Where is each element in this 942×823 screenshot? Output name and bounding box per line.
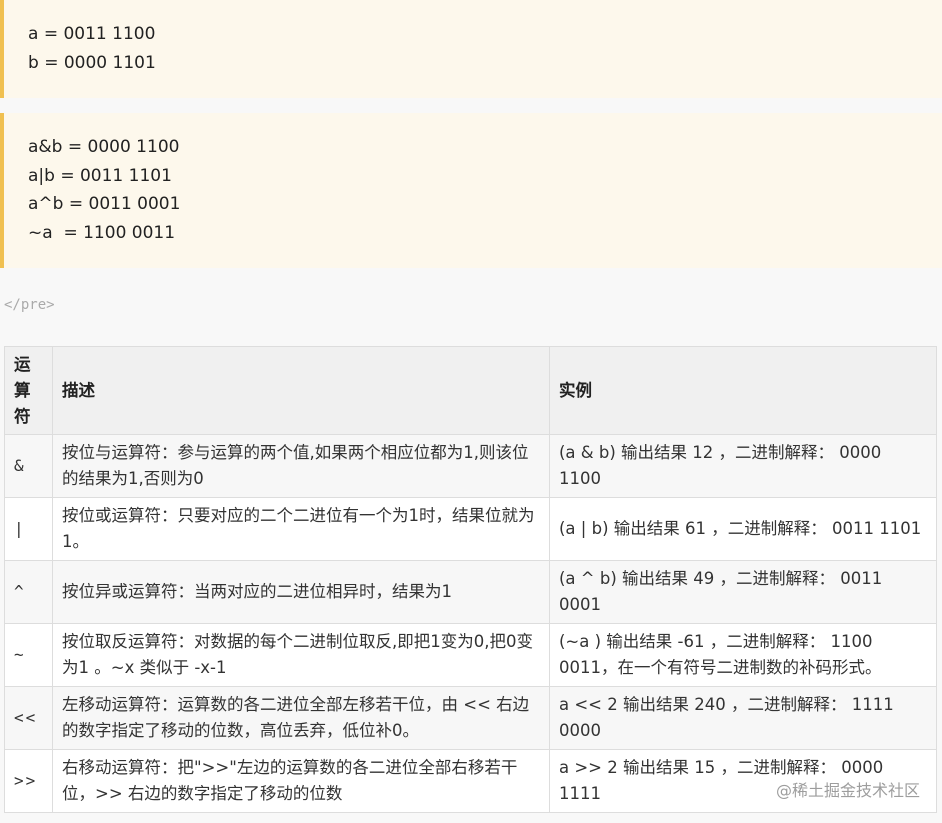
header-example: 实例	[549, 346, 937, 435]
operator-description: 右移动运算符：把">>"左边的运算数的各二进位全部右移若干位，>> 右边的数字指…	[52, 749, 550, 813]
table-row: & 按位与运算符：参与运算的两个值,如果两个相应位都为1,则该位的结果为1,否则…	[4, 434, 937, 498]
code-line: b = 0000 1101	[28, 52, 156, 73]
operator-description: 按位与运算符：参与运算的两个值,如果两个相应位都为1,则该位的结果为1,否则为0	[52, 434, 550, 498]
operator-description: 按位或运算符：只要对应的二个二进位有一个为1时，结果位就为1。	[52, 497, 550, 561]
operator-example: (~a ) 输出结果 -61 ，二进制解释： 1100 0011，在一个有符号二…	[549, 623, 937, 687]
header-symbol-text: 运算符	[14, 354, 31, 426]
pre-close-tag: </pre>	[4, 297, 55, 313]
operator-symbol: <<	[4, 686, 53, 750]
code-line: a^b = 0011 0001	[28, 194, 181, 214]
table-row: ~ 按位取反运算符：对数据的每个二进制位取反,即把1变为0,把0变为1 。~x …	[4, 623, 937, 687]
operator-description: 按位异或运算符：当两对应的二进位相异时，结果为1	[52, 560, 550, 624]
watermark: @稀土掘金技术社区	[775, 781, 920, 800]
code-line: a&b = 0000 1100	[28, 137, 180, 157]
code-line: a|b = 0011 1101	[28, 165, 172, 186]
table-row: << 左移动运算符：运算数的各二进位全部左移若干位，由 << 右边的数字指定了移…	[4, 686, 937, 750]
operator-description: 左移动运算符：运算数的各二进位全部左移若干位，由 << 右边的数字指定了移动的位…	[52, 686, 550, 750]
table-row: | 按位或运算符：只要对应的二个二进位有一个为1时，结果位就为1。 (a | b…	[4, 497, 937, 561]
operator-example: (a & b) 输出结果 12 ，二进制解释： 0000 1100	[549, 434, 937, 498]
header-symbol: 运算符	[4, 346, 53, 435]
operator-symbol: &	[4, 434, 53, 498]
header-description: 描述	[52, 346, 550, 435]
operator-symbol: >>	[4, 749, 53, 813]
operator-symbol: ~	[4, 623, 53, 687]
operator-description: 按位取反运算符：对数据的每个二进制位取反,即把1变为0,把0变为1 。~x 类似…	[52, 623, 550, 687]
table-header-row: 运算符 描述 实例	[4, 346, 937, 435]
table-row: ^ 按位异或运算符：当两对应的二进位相异时，结果为1 (a ^ b) 输出结果 …	[4, 560, 937, 624]
operator-symbol: ^	[4, 560, 53, 624]
operator-example: (a ^ b) 输出结果 49 ，二进制解释： 0011 0001	[549, 560, 937, 624]
code-block-results: a&b = 0000 1100 a|b = 0011 1101 a^b = 00…	[0, 113, 942, 268]
code-line: ~a = 1100 0011	[28, 222, 176, 243]
operator-symbol: |	[4, 497, 53, 561]
operator-example: a << 2 输出结果 240 ，二进制解释： 1111 0000	[549, 686, 937, 750]
operators-table: 运算符 描述 实例 & 按位与运算符：参与运算的两个值,如果两个相应位都为1,则…	[4, 346, 937, 813]
code-line: a = 0011 1100	[28, 24, 156, 44]
code-block-variables: a = 0011 1100 b = 0000 1101	[0, 0, 942, 98]
operator-example: (a | b) 输出结果 61 ，二进制解释： 0011 1101	[549, 497, 937, 561]
